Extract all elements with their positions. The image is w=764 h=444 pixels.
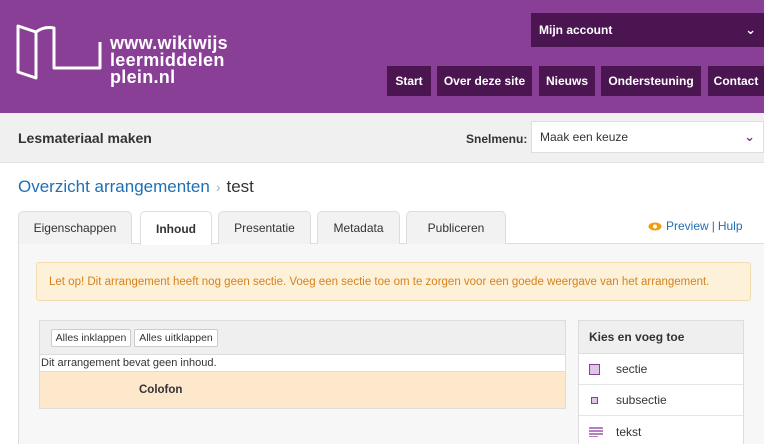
tab-publiceren-label: Publiceren <box>427 221 485 235</box>
add-element-panel: Kies en voeg toe sectie subsectie tekst <box>578 320 744 444</box>
eye-icon <box>648 222 662 230</box>
structure-panel: Alles inklappen Alles uitklappen Dit arr… <box>39 320 566 409</box>
colofon-label: Colofon <box>139 384 183 396</box>
snelmenu-select[interactable]: Maak een keuze ⌄ <box>531 121 764 153</box>
breadcrumb-link-arrangementen[interactable]: Overzicht arrangementen <box>18 177 210 196</box>
add-item-tekst[interactable]: tekst <box>579 416 743 444</box>
tab-presentatie[interactable]: Presentatie <box>218 211 311 244</box>
snelmenu-label: Snelmenu: <box>466 132 528 146</box>
expand-all-label: Alles uitklappen <box>139 332 213 344</box>
tab-eigenschappen[interactable]: Eigenschappen <box>18 211 132 244</box>
nav-nieuws-label: Nieuws <box>545 74 588 88</box>
add-item-sectie[interactable]: sectie <box>579 354 743 385</box>
nav-over-deze-site-label: Over deze site <box>443 74 526 88</box>
nav-contact[interactable]: Contact <box>708 66 764 96</box>
tab-publiceren[interactable]: Publiceren <box>406 211 506 244</box>
preview-link[interactable]: Preview <box>666 219 709 233</box>
link-divider: | <box>711 219 715 233</box>
section-icon <box>589 363 605 375</box>
breadcrumb-current: test <box>226 177 254 196</box>
add-panel-title: Kies en voeg toe <box>579 321 743 354</box>
add-item-subsectie[interactable]: subsectie <box>579 385 743 416</box>
page-toolbar: Lesmateriaal maken Snelmenu: Maak een ke… <box>0 113 764 163</box>
account-label: Mijn account <box>539 23 613 37</box>
logo-icon[interactable] <box>14 22 104 80</box>
breadcrumb-separator: › <box>215 179 221 195</box>
warning-message: Let op! Dit arrangement heeft nog geen s… <box>36 262 751 301</box>
preview-help-links: Preview | Hulp <box>648 219 743 233</box>
tab-presentatie-label: Presentatie <box>234 221 295 235</box>
chevron-down-icon: ⌄ <box>745 22 756 37</box>
breadcrumb: Overzicht arrangementen › test <box>18 177 254 197</box>
tab-inhoud[interactable]: Inhoud <box>140 211 212 245</box>
snelmenu-value: Maak een keuze <box>540 130 629 144</box>
nav-start[interactable]: Start <box>387 66 431 96</box>
tab-metadata[interactable]: Metadata <box>317 211 400 244</box>
nav-ondersteuning[interactable]: Ondersteuning <box>601 66 701 96</box>
nav-ondersteuning-label: Ondersteuning <box>608 74 694 88</box>
tab-metadata-label: Metadata <box>333 221 384 235</box>
text-icon <box>589 426 605 437</box>
site-header: www.wikiwijs leermiddelen plein.nl Mijn … <box>0 0 764 113</box>
help-link[interactable]: Hulp <box>718 219 743 233</box>
add-item-sectie-label: sectie <box>616 362 648 376</box>
nav-nieuws[interactable]: Nieuws <box>539 66 595 96</box>
chevron-down-icon: ⌄ <box>744 129 755 144</box>
tab-eigenschappen-label: Eigenschappen <box>33 221 117 235</box>
nav-over-deze-site[interactable]: Over deze site <box>437 66 532 96</box>
expand-all-button[interactable]: Alles uitklappen <box>134 329 218 347</box>
add-item-tekst-label: tekst <box>616 424 642 439</box>
page-section-title: Lesmateriaal maken <box>18 130 152 146</box>
add-item-subsectie-label: subsectie <box>616 393 667 407</box>
collapse-all-button[interactable]: Alles inklappen <box>51 329 131 347</box>
nav-start-label: Start <box>395 74 423 88</box>
nav-contact-label: Contact <box>713 74 759 88</box>
collapse-all-label: Alles inklappen <box>55 332 127 344</box>
colofon-item[interactable]: Colofon <box>40 372 565 408</box>
account-dropdown[interactable]: Mijn account ⌄ <box>531 13 764 47</box>
subsection-icon <box>589 396 605 404</box>
tab-inhoud-label: Inhoud <box>156 221 196 236</box>
logo-text[interactable]: www.wikiwijs leermiddelen plein.nl <box>110 34 228 87</box>
structure-panel-header: Alles inklappen Alles uitklappen <box>40 321 565 355</box>
empty-structure-message: Dit arrangement bevat geen inhoud. <box>40 355 565 372</box>
logo-line-3: plein.nl <box>110 67 176 87</box>
